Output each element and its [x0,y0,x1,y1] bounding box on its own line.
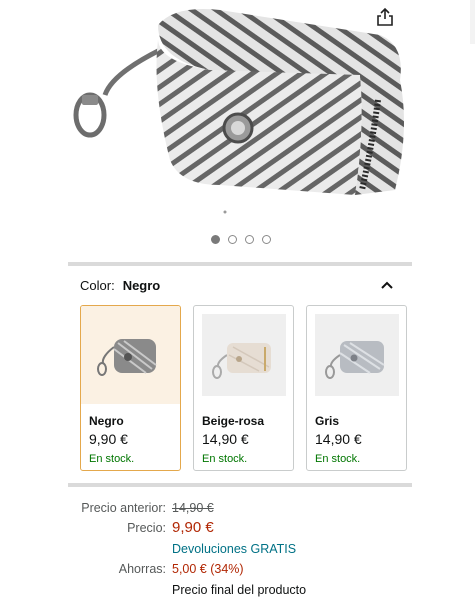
collapse-button[interactable] [376,274,398,296]
previous-price-label: Precio anterior: [81,501,166,515]
carousel-dots [211,235,271,244]
carousel-dot-4[interactable] [262,235,271,244]
share-icon [377,7,393,26]
product-image-area[interactable] [0,0,475,252]
color-label: Color: [80,277,115,293]
edge-strip [470,0,475,44]
price-value: 9,90 € [172,519,214,536]
swatch-name: Negro [89,414,124,428]
swatch-name: Beige-rosa [202,414,265,428]
savings-value: 5,00 € (34%) [172,562,244,576]
product-image[interactable] [60,0,410,225]
section-divider-bottom [68,483,412,487]
carousel-dot-2[interactable] [228,235,237,244]
swatch-name: Gris [315,414,340,428]
swatch-image-beige-rosa [194,306,293,404]
final-price-note: Precio final del producto [172,583,307,597]
color-selector-header[interactable]: Color: Negro [80,274,400,296]
swatch-image-negro [81,306,180,404]
section-divider-top [68,262,412,266]
swatch-price: 14,90 € [315,431,362,447]
swatch-price: 9,90 € [89,431,128,447]
chevron-up-icon [381,281,393,289]
carousel-dot-1[interactable] [211,235,220,244]
swatch-gris[interactable]: Gris 14,90 € En stock. [306,305,407,471]
swatch-beige-rosa[interactable]: Beige-rosa 14,90 € En stock. [193,305,294,471]
swatch-negro[interactable]: Negro 9,90 € En stock. [80,305,181,471]
previous-price-value: 14,90 € [172,501,214,515]
swatch-stock: En stock. [202,453,248,465]
free-returns-link[interactable]: Devoluciones GRATIS [172,541,296,558]
carousel-dot-3[interactable] [245,235,254,244]
swatch-stock: En stock. [89,453,135,465]
swatch-image-gris [307,306,406,404]
savings-label: Ahorras: [118,562,166,576]
color-swatches: Negro 9,90 € En stock. Beige-rosa 14,90 … [80,305,407,471]
swatch-stock: En stock. [315,453,361,465]
share-button[interactable] [372,4,398,30]
price-label: Precio: [127,521,166,535]
swatch-price: 14,90 € [202,431,249,447]
selected-color-value: Negro [122,277,161,293]
